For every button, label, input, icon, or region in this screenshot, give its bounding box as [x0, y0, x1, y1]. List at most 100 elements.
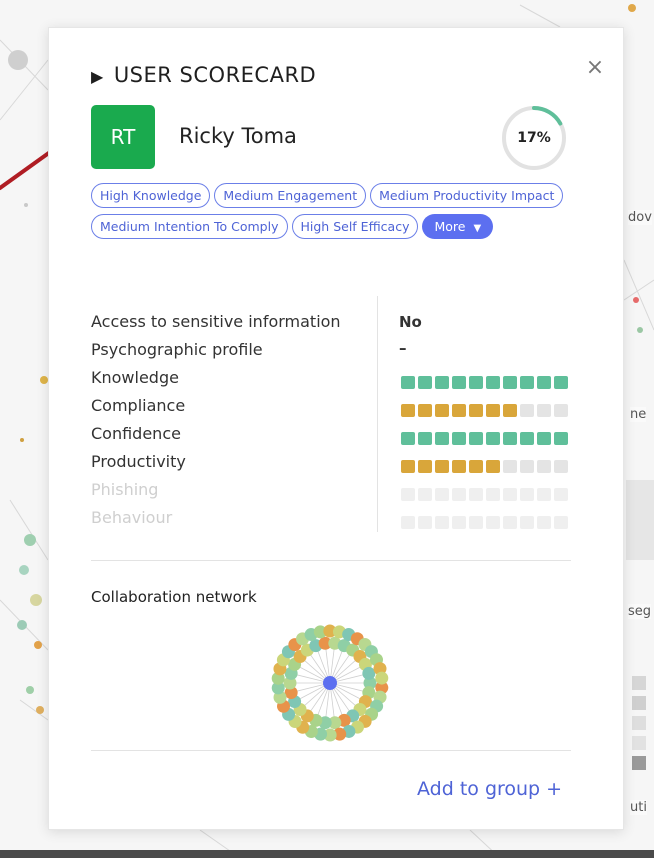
metric-bar-phishing	[401, 488, 568, 501]
metric-segment	[520, 488, 534, 501]
avatar-initials: RT	[110, 125, 136, 149]
metric-segment	[554, 432, 568, 445]
more-tags-button[interactable]: More ▼	[422, 214, 494, 239]
metric-segment	[435, 460, 449, 473]
tag-high-knowledge[interactable]: High Knowledge	[91, 183, 211, 208]
metric-segment	[401, 432, 415, 445]
metric-bar-knowledge	[401, 376, 568, 389]
more-label: More	[434, 219, 466, 234]
metric-segment	[435, 376, 449, 389]
metric-segment	[435, 432, 449, 445]
metric-segment	[554, 488, 568, 501]
metric-label-access: Access to sensitive information	[91, 312, 341, 331]
metric-segment	[486, 516, 500, 529]
network-node[interactable]	[375, 671, 389, 685]
tag-medium-intention-to-comply[interactable]: Medium Intention To Comply	[91, 214, 288, 239]
metric-segment	[537, 516, 551, 529]
metric-segment	[418, 516, 432, 529]
user-name: Ricky Toma	[179, 124, 297, 148]
metric-label-behaviour: Behaviour	[91, 508, 173, 527]
metric-segment	[401, 516, 415, 529]
metric-bar-productivity	[401, 460, 568, 473]
metric-segment	[401, 460, 415, 473]
metric-segment	[452, 516, 466, 529]
chevron-down-icon: ▼	[473, 223, 482, 234]
section-divider	[91, 560, 571, 561]
metric-segment	[520, 460, 534, 473]
metric-segment	[537, 432, 551, 445]
metric-segment	[503, 404, 517, 417]
metric-segment	[520, 516, 534, 529]
metric-segment	[503, 488, 517, 501]
metric-label-compliance: Compliance	[91, 396, 186, 415]
metric-segment	[452, 404, 466, 417]
avatar: RT	[91, 105, 155, 169]
metric-segment	[520, 404, 534, 417]
metric-segment	[520, 376, 534, 389]
metric-segment	[469, 376, 483, 389]
metric-segment	[554, 516, 568, 529]
scorecard-header[interactable]: ▶ USER SCORECARD	[91, 63, 316, 87]
add-to-group-button[interactable]: Add to group +	[417, 778, 562, 800]
metrics-divider	[377, 296, 378, 532]
tag-medium-engagement[interactable]: Medium Engagement	[214, 183, 367, 208]
network-node[interactable]	[362, 666, 376, 680]
metric-label-psychographic: Psychographic profile	[91, 340, 263, 359]
score-percentage: 17%	[517, 130, 551, 146]
tag-medium-productivity-impact[interactable]: Medium Productivity Impact	[370, 183, 564, 208]
footer-divider	[91, 750, 571, 751]
metric-segment	[452, 488, 466, 501]
metric-segment	[452, 460, 466, 473]
metric-segment	[418, 404, 432, 417]
metric-segment	[537, 376, 551, 389]
metric-segment	[503, 432, 517, 445]
metric-segment	[503, 376, 517, 389]
metric-segment	[469, 404, 483, 417]
collaboration-network-graph[interactable]	[271, 624, 389, 742]
metric-value-access: No	[399, 313, 422, 331]
metric-segment	[486, 376, 500, 389]
collaboration-network-title: Collaboration network	[91, 588, 257, 606]
metric-segment	[486, 488, 500, 501]
tag-high-self-efficacy[interactable]: High Self Efficacy	[291, 214, 419, 239]
metric-segment	[554, 404, 568, 417]
metric-segment	[503, 460, 517, 473]
metric-segment	[469, 488, 483, 501]
metric-segment	[435, 404, 449, 417]
metric-segment	[486, 460, 500, 473]
metric-segment	[537, 404, 551, 417]
collapse-triangle-icon[interactable]: ▶	[91, 67, 104, 86]
metric-segment	[554, 460, 568, 473]
metric-segment	[469, 516, 483, 529]
metric-segment	[418, 460, 432, 473]
metric-bar-confidence	[401, 432, 568, 445]
close-icon[interactable]: ×	[582, 54, 608, 80]
metric-segment	[401, 488, 415, 501]
tag-list: High Knowledge Medium Engagement Medium …	[91, 183, 571, 239]
metric-segment	[435, 516, 449, 529]
metric-bar-behaviour	[401, 516, 568, 529]
metric-bar-compliance	[401, 404, 568, 417]
metric-segment	[503, 516, 517, 529]
metric-label-phishing: Phishing	[91, 480, 159, 499]
network-center-node[interactable]	[323, 676, 337, 690]
metric-segment	[401, 404, 415, 417]
metric-label-productivity: Productivity	[91, 452, 186, 471]
metric-segment	[486, 432, 500, 445]
metric-label-confidence: Confidence	[91, 424, 181, 443]
metric-segment	[401, 376, 415, 389]
metric-segment	[452, 432, 466, 445]
metric-segment	[418, 432, 432, 445]
metric-segment	[452, 376, 466, 389]
user-scorecard-panel: ▶ USER SCORECARD × RT Ricky Toma 17% High…	[48, 27, 624, 830]
scorecard-title: USER SCORECARD	[113, 63, 317, 87]
metric-segment	[469, 432, 483, 445]
metric-segment	[537, 460, 551, 473]
metric-segment	[469, 460, 483, 473]
metric-segment	[520, 432, 534, 445]
metric-segment	[537, 488, 551, 501]
metric-segment	[418, 488, 432, 501]
metric-segment	[554, 376, 568, 389]
metric-segment	[486, 404, 500, 417]
metric-segment	[435, 488, 449, 501]
